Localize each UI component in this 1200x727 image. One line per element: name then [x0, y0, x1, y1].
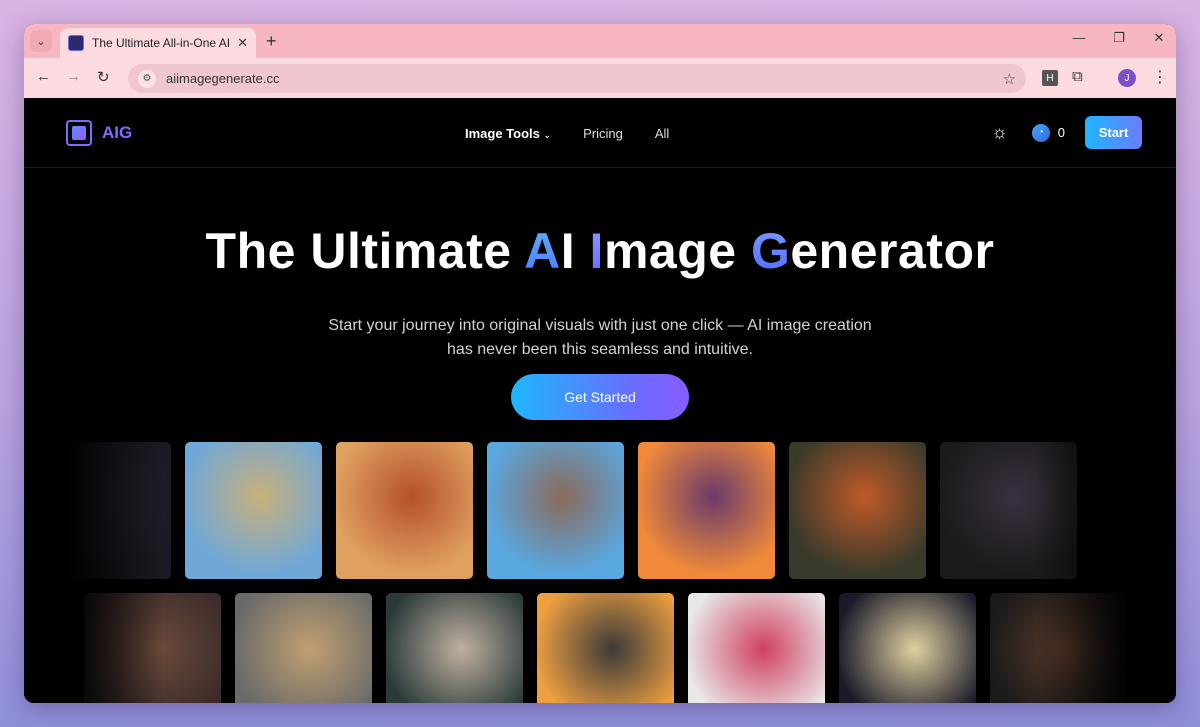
get-started-button[interactable]: Get Started [511, 374, 689, 420]
hero-title: The Ultimate AI Image Generator [205, 223, 995, 279]
gallery-image-cat-kimono[interactable] [386, 593, 523, 703]
close-tab-icon[interactable]: ✕ [237, 35, 248, 51]
main-nav: Image Tools ⌄ Pricing All [465, 126, 669, 141]
nav-pricing[interactable]: Pricing [583, 126, 623, 141]
browser-toolbar: ← → ↻ ⚙ aiimagegenerate.cc ☆ H ⧉ J ⋮ [24, 58, 1176, 98]
gallery-image-heart-dark[interactable] [34, 442, 171, 579]
site-info-icon[interactable]: ⚙ [138, 69, 156, 88]
start-button[interactable]: Start [1085, 116, 1142, 149]
gallery-image-dark-temple[interactable] [940, 442, 1077, 579]
gallery-image-anime-street[interactable] [487, 442, 624, 579]
close-window-icon[interactable]: ✕ [1152, 30, 1166, 46]
gallery-image-hooded-woman[interactable] [839, 593, 976, 703]
gallery-image-crane-berries[interactable] [688, 593, 825, 703]
theme-toggle-sun-icon[interactable]: ☼ [991, 122, 1008, 143]
hero-subtitle: Start your journey into original visuals… [328, 317, 872, 358]
nav-image-tools[interactable]: Image Tools ⌄ [465, 126, 551, 141]
gallery-image-cyber-helmet-girl[interactable] [789, 442, 926, 579]
logo-text: AIG [102, 123, 133, 142]
url-text[interactable]: aiimagegenerate.cc [166, 71, 1003, 86]
forward-button[interactable]: → [66, 68, 81, 85]
tab-search-button[interactable]: ⌄ [30, 30, 52, 52]
browser-tab[interactable]: The Ultimate All-in-One AI Imag ✕ [60, 28, 256, 58]
gallery-image-autumn-girl[interactable] [336, 442, 473, 579]
restore-icon[interactable]: ❐ [1112, 30, 1126, 46]
web-page: AIG Image Tools ⌄ Pricing All ☼ ◔ 0 Star… [24, 98, 1176, 703]
credits-count: 0 [1057, 125, 1065, 140]
minimize-icon[interactable]: — [1072, 30, 1086, 46]
browser-window: ⌄ The Ultimate All-in-One AI Imag ✕ + — … [24, 24, 1176, 703]
gallery-image-porsche-sunset[interactable] [537, 593, 674, 703]
gallery-image-pug[interactable] [84, 593, 221, 703]
extension-h-icon[interactable]: H [1042, 70, 1058, 86]
back-button[interactable]: ← [36, 68, 51, 85]
tab-strip: ⌄ The Ultimate All-in-One AI Imag ✕ + — … [24, 24, 1176, 58]
chevron-down-icon: ⌄ [543, 130, 552, 140]
gallery-row-2 [24, 593, 1176, 703]
new-tab-button[interactable]: + [266, 31, 277, 51]
tab-title: The Ultimate All-in-One AI Imag [92, 36, 230, 50]
gallery-image-cowgirl-horse[interactable] [185, 442, 322, 579]
bookmark-star-icon[interactable]: ☆ [1003, 70, 1016, 88]
gallery-image-sunset-street-car[interactable] [638, 442, 775, 579]
logo-chip-icon [66, 120, 92, 146]
profile-avatar[interactable]: J [1118, 69, 1136, 87]
site-logo[interactable]: AIG [66, 120, 132, 146]
gallery-image-dark-autumn[interactable] [990, 593, 1127, 703]
gallery-row-1 [24, 442, 1176, 579]
browser-menu-icon[interactable]: ⋮ [1152, 67, 1168, 87]
credit-coin-icon: ◔ [1031, 123, 1050, 142]
gallery-image-glass-vehicle[interactable] [235, 593, 372, 703]
address-bar[interactable]: ⚙ aiimagegenerate.cc ☆ [128, 64, 1026, 93]
site-header: AIG Image Tools ⌄ Pricing All ☼ ◔ 0 Star… [24, 98, 1176, 168]
reload-button[interactable]: ↻ [97, 68, 110, 86]
extensions-puzzle-icon[interactable]: ⧉ [1072, 68, 1083, 85]
credits-display[interactable]: ◔ 0 [1031, 123, 1065, 142]
nav-all[interactable]: All [655, 126, 669, 141]
favicon-icon [68, 35, 84, 51]
